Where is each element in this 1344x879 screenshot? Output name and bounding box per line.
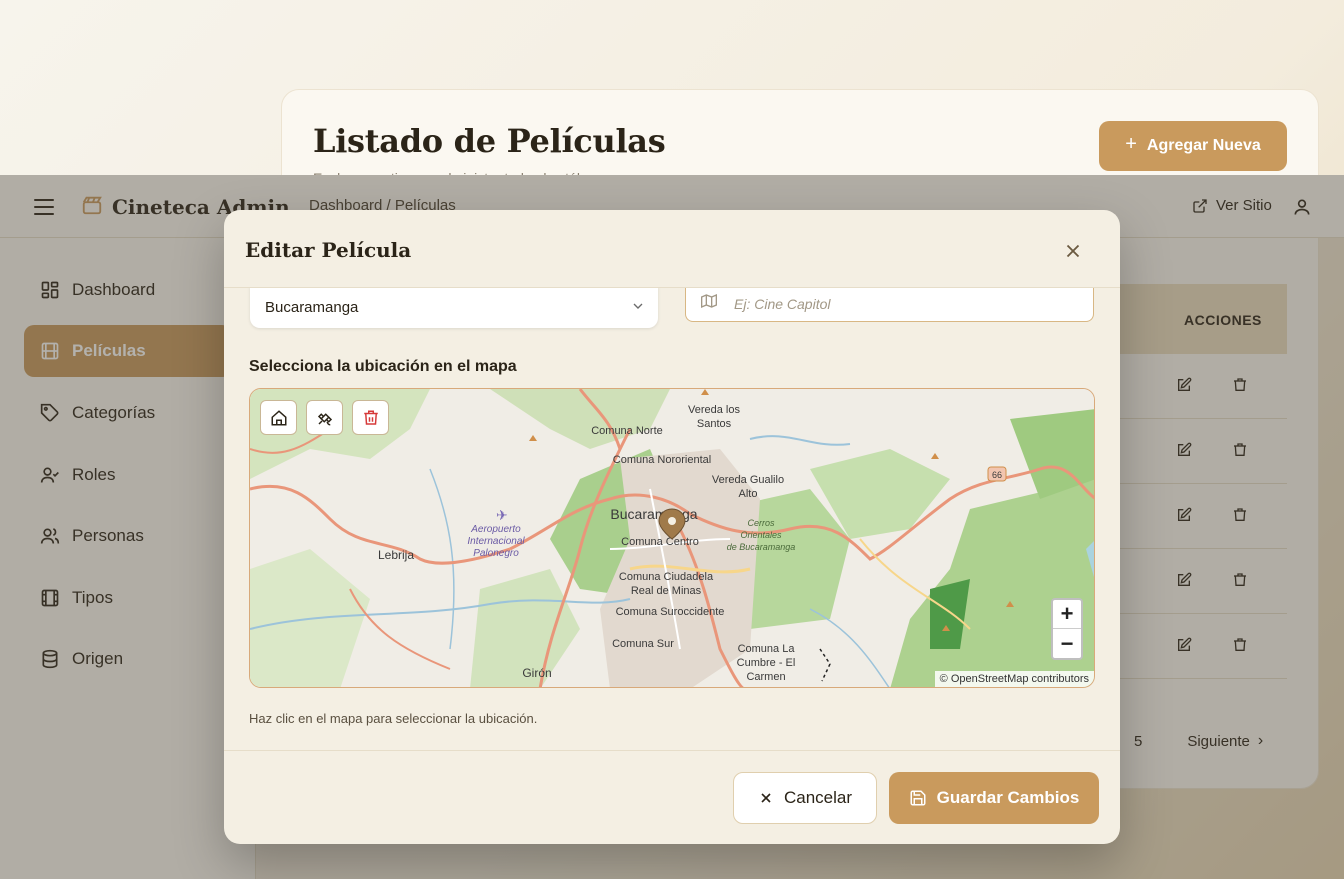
- zoom-out-button[interactable]: −: [1053, 629, 1081, 658]
- modal-title: Editar Película: [245, 238, 412, 262]
- map-label-airport: Palonegro: [473, 548, 519, 559]
- map-label-vereda-gualilo: Alto: [739, 488, 758, 500]
- satellite-control[interactable]: [306, 400, 343, 435]
- map-label-comuna-centro: Comuna Centro: [621, 536, 699, 548]
- map-label-vereda-gualilo: Vereda Gualilo: [712, 474, 784, 486]
- city-select-value: Bucaramanga: [265, 298, 359, 316]
- delete-marker-control[interactable]: [352, 400, 389, 435]
- map-label-cerros: Cerros: [747, 518, 775, 528]
- cancel-label: Cancelar: [783, 788, 853, 807]
- map-label-suroccidente: Comuna Suroccidente: [616, 606, 725, 618]
- zoom-control: + −: [1051, 598, 1083, 660]
- chevron-down-icon: [633, 303, 643, 309]
- plus-icon: +: [1125, 132, 1137, 155]
- add-new-label: Agregar Nueva: [1146, 137, 1261, 154]
- satellite-icon: [317, 412, 332, 425]
- add-new-button[interactable]: + Agregar Nueva: [1099, 121, 1287, 171]
- map-label-ciudadela: Comuna Ciudadela: [619, 571, 714, 583]
- save-button[interactable]: Guardar Cambios: [889, 772, 1099, 824]
- home-icon: [271, 409, 286, 425]
- map-label-cumbre: Comuna La: [738, 643, 796, 655]
- map-label-cerros: Orientales: [740, 530, 782, 540]
- save-label: Guardar Cambios: [936, 788, 1080, 807]
- city-select[interactable]: Bucaramanga: [250, 288, 658, 328]
- map-label-cerros: de Bucaramanga: [727, 542, 796, 552]
- map-label-cumbre: Carmen: [746, 671, 785, 683]
- modal-body: Bucaramanga Ej: Cine Capitol Selecciona …: [224, 288, 1120, 750]
- map-label-comuna-nororiental: Comuna Nororiental: [613, 454, 711, 466]
- close-icon: [761, 793, 771, 803]
- map-label-giron: Girón: [522, 666, 551, 680]
- map-label-airport: Aeropuerto: [470, 524, 521, 535]
- map-label-cumbre: Cumbre - El: [737, 657, 796, 669]
- map-hint: Haz clic en el mapa para seleccionar la …: [249, 711, 538, 726]
- page-title: Listado de Películas: [313, 122, 666, 160]
- modal-header: Editar Película: [224, 210, 1120, 288]
- close-icon[interactable]: [1062, 240, 1084, 262]
- map-label-comuna-norte: Comuna Norte: [591, 425, 663, 437]
- venue-input[interactable]: Ej: Cine Capitol: [685, 288, 1094, 322]
- cancel-button[interactable]: Cancelar: [733, 772, 877, 824]
- map-label-lebrija: Lebrija: [378, 548, 414, 562]
- map-label: Selecciona la ubicación en el mapa: [249, 358, 517, 375]
- venue-placeholder: Ej: Cine Capitol: [734, 295, 831, 312]
- edit-movie-modal: Editar Película Bucaramanga Ej: Cine Cap…: [224, 210, 1120, 844]
- map-label-ciudadela: Real de Minas: [631, 585, 702, 597]
- save-icon: [910, 790, 926, 806]
- route-label: 66: [992, 470, 1002, 480]
- location-map[interactable]: ✈ 66 Vereda los Santos Comuna Norte Comu…: [249, 388, 1095, 688]
- map-label-comuna-sur: Comuna Sur: [612, 638, 674, 650]
- airport-icon: ✈: [496, 507, 508, 523]
- map-label-airport: Internacional: [467, 536, 525, 547]
- trash-icon: [363, 410, 378, 425]
- map-label-vereda-santos: Vereda los: [688, 404, 740, 416]
- modal-footer: Cancelar Guardar Cambios: [224, 750, 1120, 844]
- home-control[interactable]: [260, 400, 297, 435]
- zoom-in-button[interactable]: +: [1053, 600, 1081, 629]
- map-label-vereda-santos: Santos: [697, 418, 732, 430]
- map-icon: [701, 293, 717, 309]
- map-attribution[interactable]: © OpenStreetMap contributors: [934, 671, 1094, 687]
